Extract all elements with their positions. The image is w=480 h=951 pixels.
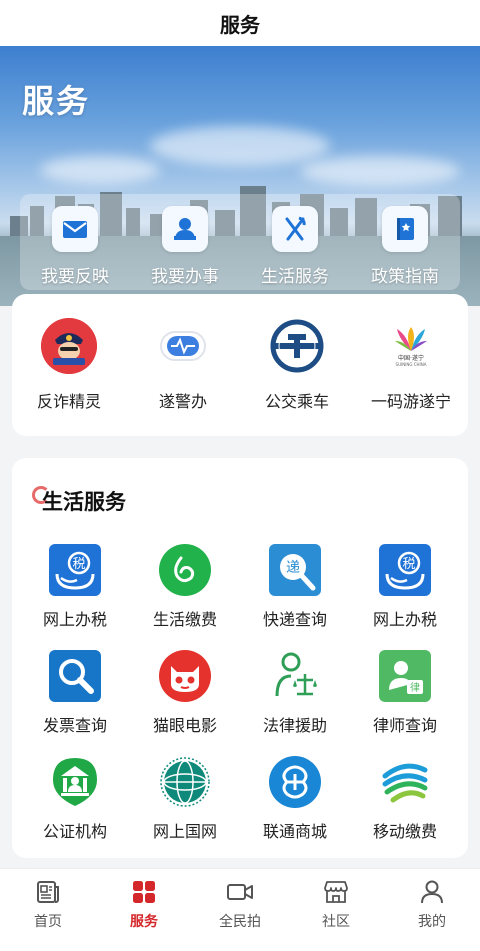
quick-actions: 我要反映 我要办事 生活服务 政策指南 — [20, 194, 460, 290]
tax-glyph: 税 — [72, 557, 85, 572]
app-label: 反诈精灵 — [36, 392, 101, 411]
tax-icon: 税 — [49, 544, 101, 596]
service-label: 网上办税 — [42, 610, 107, 629]
service-express-query[interactable]: 递 快递查询 — [240, 544, 350, 630]
app-suijing[interactable]: 遂警办 — [129, 318, 237, 436]
app-bus[interactable]: 公交乘车 — [243, 318, 351, 436]
service-maoyan[interactable]: 猫眼电影 — [130, 650, 240, 736]
tax-icon: 税 — [379, 544, 431, 596]
service-unicom[interactable]: 联通商城 — [240, 756, 350, 842]
tab-label: 社区 — [322, 914, 350, 930]
grid-icon — [133, 881, 155, 903]
app-anti-fraud[interactable]: 反诈精灵 — [15, 318, 123, 436]
service-china-mobile[interactable]: 移动缴费 — [350, 756, 460, 842]
notary-icon — [49, 756, 101, 808]
app-label: 一码游遂宁 — [370, 392, 451, 411]
police-chat-icon — [155, 318, 211, 374]
service-label: 网上办税 — [372, 610, 437, 629]
express-glyph: 递 — [286, 560, 300, 576]
lawyer-search-icon: 律 — [379, 650, 431, 702]
service-label: 猫眼电影 — [152, 716, 217, 735]
featured-apps-card: 反诈精灵 遂警办 公交乘车 中国·遂宁 SUINING CHINA 一码游遂宁 — [12, 294, 468, 436]
state-grid-icon — [159, 756, 211, 808]
person-desk-icon — [162, 206, 208, 252]
service-state-grid[interactable]: 网上国网 — [130, 756, 240, 842]
express-search-icon: 递 — [269, 544, 321, 596]
service-label: 公证机构 — [42, 822, 107, 841]
quick-action-label: 我要办事 — [151, 267, 219, 287]
maoyan-cat-icon — [159, 650, 211, 702]
fork-knife-icon — [272, 206, 318, 252]
service-utility-payment[interactable]: 生活缴费 — [130, 544, 240, 630]
service-online-tax-2[interactable]: 税 网上办税 — [350, 544, 460, 630]
quick-action-policy[interactable]: 政策指南 — [350, 206, 460, 287]
tab-services[interactable]: 服务 — [104, 879, 184, 951]
police-mascot-icon — [41, 318, 97, 374]
service-label: 移动缴费 — [372, 822, 437, 841]
life-services-card: 生活服务 税 网上办税 生活缴费 递 快递查询 税 网上办税 发票查询 猫眼电影… — [12, 458, 468, 858]
bottom-tab-bar: 首页 服务 全民拍 社区 我的 — [0, 868, 480, 951]
tab-label: 全民拍 — [219, 914, 261, 930]
service-label: 律师查询 — [372, 716, 437, 735]
service-notary[interactable]: 公证机构 — [20, 756, 130, 842]
tab-label: 首页 — [34, 914, 62, 930]
quick-action-affairs[interactable]: 我要办事 — [130, 206, 240, 287]
quick-action-label: 生活服务 — [261, 267, 329, 287]
lawyer-glyph: 律 — [410, 681, 420, 694]
page-title: 服务 — [0, 0, 480, 46]
tab-community[interactable]: 社区 — [296, 879, 376, 951]
tourism-logo-text-en: SUINING CHINA — [395, 362, 427, 367]
tax-glyph: 税 — [402, 557, 415, 572]
user-icon — [421, 880, 443, 904]
service-online-tax[interactable]: 税 网上办税 — [20, 544, 130, 630]
quick-action-label: 政策指南 — [371, 267, 439, 287]
video-camera-icon — [227, 884, 253, 900]
guide-book-icon — [382, 206, 428, 252]
app-label: 遂警办 — [158, 392, 207, 411]
app-tourism[interactable]: 中国·遂宁 SUINING CHINA 一码游遂宁 — [357, 318, 465, 436]
service-legal-aid[interactable]: 法律援助 — [240, 650, 350, 736]
tab-label: 服务 — [130, 914, 158, 930]
bus-logo-icon — [269, 318, 325, 374]
service-label: 法律援助 — [262, 716, 327, 735]
section-title: 生活服务 — [42, 490, 126, 514]
mail-icon — [52, 206, 98, 252]
tab-home[interactable]: 首页 — [8, 879, 88, 951]
tourism-logo-text: 中国·遂宁 — [398, 355, 424, 362]
tab-snapshot[interactable]: 全民拍 — [200, 879, 280, 951]
service-label: 联通商城 — [262, 822, 327, 841]
app-label: 公交乘车 — [264, 392, 329, 411]
service-label: 快递查询 — [262, 610, 327, 629]
store-icon — [324, 881, 348, 903]
news-icon — [37, 881, 59, 903]
payment-icon — [159, 544, 211, 596]
tab-label: 我的 — [418, 914, 446, 930]
quick-action-label: 我要反映 — [41, 267, 109, 287]
quick-action-life[interactable]: 生活服务 — [240, 206, 350, 287]
banner-title: 服务 — [22, 82, 91, 120]
service-invoice-query[interactable]: 发票查询 — [20, 650, 130, 736]
service-lawyer-query[interactable]: 律 律师查询 — [350, 650, 460, 736]
china-mobile-icon — [379, 756, 431, 808]
tourism-logo-icon: 中国·遂宁 SUINING CHINA — [383, 318, 439, 374]
unicom-icon — [269, 756, 321, 808]
invoice-search-icon — [49, 650, 101, 702]
service-label: 发票查询 — [42, 716, 107, 735]
life-services-grid: 税 网上办税 生活缴费 递 快递查询 税 网上办税 发票查询 猫眼电影 法律援助… — [20, 544, 460, 842]
service-label: 网上国网 — [152, 822, 217, 841]
legal-aid-icon — [269, 650, 321, 702]
tab-profile[interactable]: 我的 — [392, 879, 472, 951]
quick-action-report[interactable]: 我要反映 — [20, 206, 130, 287]
service-label: 生活缴费 — [152, 610, 217, 629]
